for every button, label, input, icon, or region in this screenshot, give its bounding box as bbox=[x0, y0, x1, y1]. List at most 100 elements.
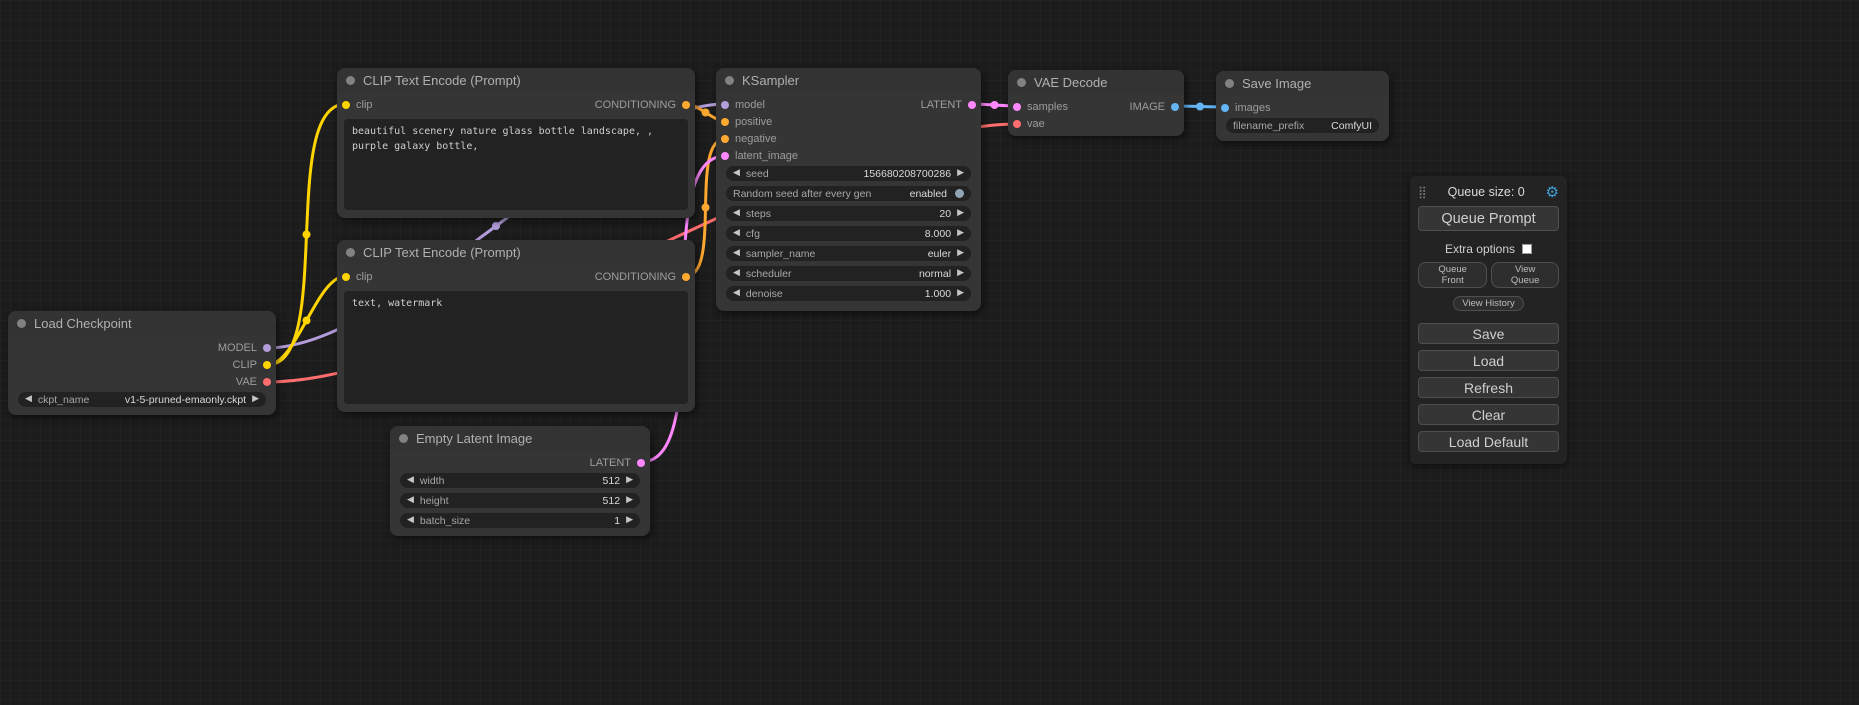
collapse-dot-icon[interactable] bbox=[1017, 78, 1026, 87]
drag-handle-icon[interactable]: ⣿ bbox=[1418, 185, 1427, 199]
input-slot-positive[interactable]: positive bbox=[721, 116, 772, 128]
conditioning-slot-dot[interactable] bbox=[721, 135, 729, 143]
right-arrow-icon[interactable]: ▶ bbox=[626, 496, 633, 505]
node-header[interactable]: Load Checkpoint bbox=[8, 311, 276, 335]
widget-seed[interactable]: ◀ seed 156680208700286 ▶ bbox=[726, 166, 971, 181]
input-slot-samples[interactable]: samples bbox=[1013, 101, 1068, 113]
latent-slot-dot[interactable] bbox=[637, 459, 645, 467]
load-default-button[interactable]: Load Default bbox=[1418, 431, 1559, 452]
output-slot-clip[interactable]: CLIP bbox=[233, 359, 271, 371]
left-arrow-icon[interactable]: ◀ bbox=[733, 269, 740, 278]
widget-sampler-name[interactable]: ◀ sampler_name euler ▶ bbox=[726, 246, 971, 261]
output-slot-vae[interactable]: VAE bbox=[236, 376, 271, 388]
collapse-dot-icon[interactable] bbox=[725, 76, 734, 85]
queue-prompt-button[interactable]: Queue Prompt bbox=[1418, 206, 1559, 231]
view-history-button[interactable]: View History bbox=[1453, 296, 1524, 311]
vae-slot-dot[interactable] bbox=[263, 378, 271, 386]
left-arrow-icon[interactable]: ◀ bbox=[407, 476, 414, 485]
load-button[interactable]: Load bbox=[1418, 350, 1559, 371]
right-arrow-icon[interactable]: ▶ bbox=[957, 169, 964, 178]
left-arrow-icon[interactable]: ◀ bbox=[733, 229, 740, 238]
latent-slot-dot[interactable] bbox=[1013, 103, 1021, 111]
conditioning-slot-dot[interactable] bbox=[721, 118, 729, 126]
model-slot-dot[interactable] bbox=[263, 344, 271, 352]
conditioning-slot-dot[interactable] bbox=[682, 273, 690, 281]
negative-prompt-textarea[interactable]: text, watermark bbox=[344, 291, 688, 404]
latent-slot-dot[interactable] bbox=[968, 101, 976, 109]
input-slot-vae[interactable]: vae bbox=[1013, 118, 1045, 130]
save-button[interactable]: Save bbox=[1418, 323, 1559, 344]
widget-ckpt-name[interactable]: ◀ ckpt_name v1-5-pruned-emaonly.ckpt ▶ bbox=[18, 392, 266, 407]
vae-slot-dot[interactable] bbox=[1013, 120, 1021, 128]
clip-slot-dot[interactable] bbox=[342, 101, 350, 109]
image-slot-dot[interactable] bbox=[1221, 104, 1229, 112]
collapse-dot-icon[interactable] bbox=[399, 434, 408, 443]
collapse-dot-icon[interactable] bbox=[346, 76, 355, 85]
widget-steps[interactable]: ◀ steps 20 ▶ bbox=[726, 206, 971, 221]
clip-slot-dot[interactable] bbox=[263, 361, 271, 369]
left-arrow-icon[interactable]: ◀ bbox=[733, 209, 740, 218]
widget-width[interactable]: ◀ width 512 ▶ bbox=[400, 473, 640, 488]
widget-scheduler[interactable]: ◀ scheduler normal ▶ bbox=[726, 266, 971, 281]
queue-front-button[interactable]: Queue Front bbox=[1418, 262, 1487, 288]
output-slot-conditioning[interactable]: CONDITIONING bbox=[595, 99, 690, 111]
right-arrow-icon[interactable]: ▶ bbox=[626, 476, 633, 485]
right-arrow-icon[interactable]: ▶ bbox=[957, 269, 964, 278]
model-slot-dot[interactable] bbox=[721, 101, 729, 109]
input-slot-images[interactable]: images bbox=[1221, 102, 1270, 114]
widget-cfg[interactable]: ◀ cfg 8.000 ▶ bbox=[726, 226, 971, 241]
extra-options-checkbox[interactable] bbox=[1522, 244, 1532, 254]
node-empty-latent-image[interactable]: Empty Latent Image LATENT ◀ width 512 ▶ … bbox=[390, 426, 650, 536]
left-arrow-icon[interactable]: ◀ bbox=[25, 395, 32, 404]
collapse-dot-icon[interactable] bbox=[17, 319, 26, 328]
left-arrow-icon[interactable]: ◀ bbox=[733, 289, 740, 298]
widget-denoise[interactable]: ◀ denoise 1.000 ▶ bbox=[726, 286, 971, 301]
image-slot-dot[interactable] bbox=[1171, 103, 1179, 111]
input-slot-negative[interactable]: negative bbox=[721, 133, 777, 145]
node-header[interactable]: CLIP Text Encode (Prompt) bbox=[337, 240, 695, 264]
node-load-checkpoint[interactable]: Load Checkpoint MODEL CLIP VAE ◀ ckpt_na… bbox=[8, 311, 276, 415]
node-header[interactable]: Empty Latent Image bbox=[390, 426, 650, 450]
output-slot-conditioning[interactable]: CONDITIONING bbox=[595, 271, 690, 283]
widget-filename-prefix[interactable]: filename_prefix ComfyUI bbox=[1226, 118, 1379, 133]
right-arrow-icon[interactable]: ▶ bbox=[957, 289, 964, 298]
input-slot-latent-image[interactable]: latent_image bbox=[721, 150, 798, 162]
left-arrow-icon[interactable]: ◀ bbox=[407, 516, 414, 525]
collapse-dot-icon[interactable] bbox=[346, 248, 355, 257]
node-ksampler[interactable]: KSampler model LATENT positive negative bbox=[716, 68, 981, 311]
node-header[interactable]: Save Image bbox=[1216, 71, 1389, 95]
toggle-knob-icon[interactable] bbox=[955, 189, 964, 198]
output-slot-latent[interactable]: LATENT bbox=[921, 99, 976, 111]
output-slot-latent[interactable]: LATENT bbox=[590, 457, 645, 469]
node-header[interactable]: VAE Decode bbox=[1008, 70, 1184, 94]
right-arrow-icon[interactable]: ▶ bbox=[626, 516, 633, 525]
input-slot-clip[interactable]: clip bbox=[342, 99, 373, 111]
node-header[interactable]: KSampler bbox=[716, 68, 981, 92]
input-slot-clip[interactable]: clip bbox=[342, 271, 373, 283]
clear-button[interactable]: Clear bbox=[1418, 404, 1559, 425]
left-arrow-icon[interactable]: ◀ bbox=[733, 169, 740, 178]
latent-slot-dot[interactable] bbox=[721, 152, 729, 160]
right-arrow-icon[interactable]: ▶ bbox=[252, 395, 259, 404]
positive-prompt-textarea[interactable]: beautiful scenery nature glass bottle la… bbox=[344, 119, 688, 210]
left-arrow-icon[interactable]: ◀ bbox=[733, 249, 740, 258]
right-arrow-icon[interactable]: ▶ bbox=[957, 249, 964, 258]
node-vae-decode[interactable]: VAE Decode samples IMAGE vae bbox=[1008, 70, 1184, 136]
right-arrow-icon[interactable]: ▶ bbox=[957, 209, 964, 218]
output-slot-model[interactable]: MODEL bbox=[218, 342, 271, 354]
input-slot-model[interactable]: model bbox=[721, 99, 765, 111]
node-header[interactable]: CLIP Text Encode (Prompt) bbox=[337, 68, 695, 92]
refresh-button[interactable]: Refresh bbox=[1418, 377, 1559, 398]
collapse-dot-icon[interactable] bbox=[1225, 79, 1234, 88]
widget-batch-size[interactable]: ◀ batch_size 1 ▶ bbox=[400, 513, 640, 528]
clip-slot-dot[interactable] bbox=[342, 273, 350, 281]
node-save-image[interactable]: Save Image images filename_prefix ComfyU… bbox=[1216, 71, 1389, 141]
conditioning-slot-dot[interactable] bbox=[682, 101, 690, 109]
widget-random-seed-toggle[interactable]: Random seed after every gen enabled bbox=[726, 186, 971, 201]
right-arrow-icon[interactable]: ▶ bbox=[957, 229, 964, 238]
node-clip-text-encode-positive[interactable]: CLIP Text Encode (Prompt) clip CONDITION… bbox=[337, 68, 695, 218]
widget-height[interactable]: ◀ height 512 ▶ bbox=[400, 493, 640, 508]
left-arrow-icon[interactable]: ◀ bbox=[407, 496, 414, 505]
output-slot-image[interactable]: IMAGE bbox=[1130, 101, 1179, 113]
node-clip-text-encode-negative[interactable]: CLIP Text Encode (Prompt) clip CONDITION… bbox=[337, 240, 695, 412]
